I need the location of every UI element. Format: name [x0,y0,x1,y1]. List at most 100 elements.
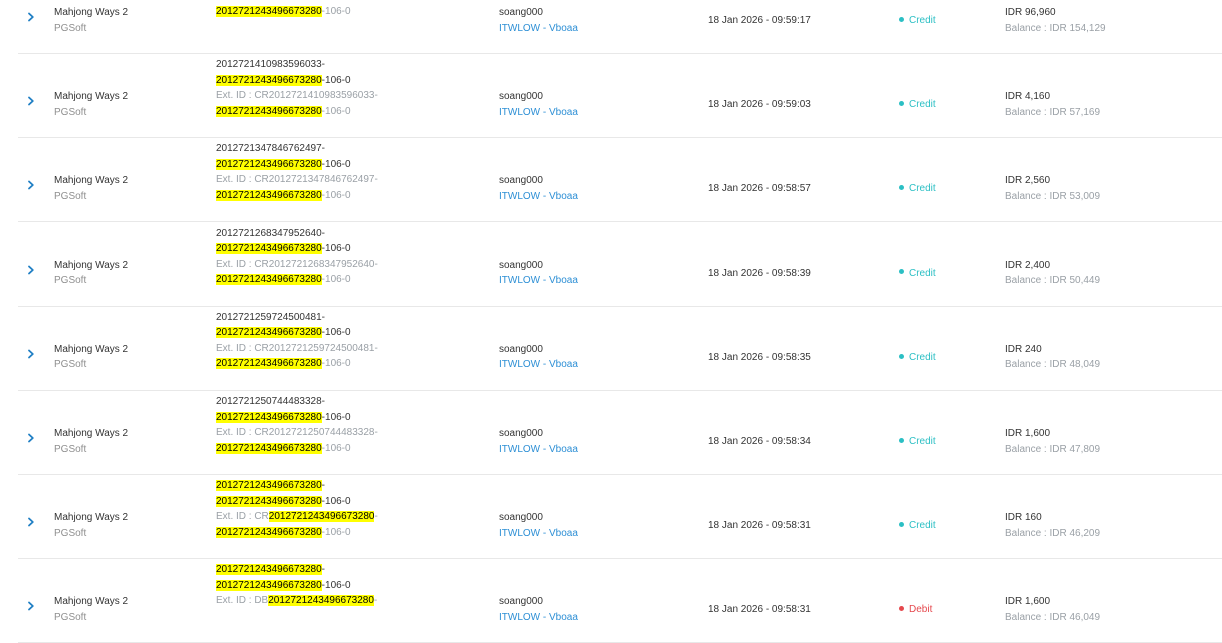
highlighted-id: 2012721243496673280 [216,105,322,117]
agent-link[interactable]: ITWLOW - Vboaa [499,189,578,205]
amount-cell: IDR 96,960 Balance : IDR 154,129 [1005,5,1106,36]
transaction-id-cell: 2012721243496673280- 2012721243496673280-… [216,562,377,609]
transaction-id-text: -106-0 [321,579,351,591]
transaction-id-line: 2012721243496673280-106-0 [216,441,378,457]
player-cell: soang000 ITWLOW - Vboaa [499,89,578,120]
chevron-right-icon[interactable] [26,265,36,275]
balance-value: Balance : IDR 50,449 [1005,275,1101,287]
game-provider: PGSoft [54,611,87,623]
status-label: Credit [909,267,936,279]
player-username: soang000 [499,596,543,608]
agent-link[interactable]: ITWLOW - Vboaa [499,357,578,373]
game-name: Mahjong Ways 2 [54,343,129,355]
transaction-id-text: Ext. ID : CR [216,511,269,523]
game-provider: PGSoft [54,190,87,202]
transaction-id-line: 2012721243496673280-106-0 [216,241,378,257]
agent-link[interactable]: ITWLOW - Vboaa [499,21,578,37]
amount-cell: IDR 240 Balance : IDR 48,049 [1005,342,1100,373]
transaction-id-line: 2012721243496673280-106-0 [216,73,378,89]
player-cell: soang000 ITWLOW - Vboaa [499,510,578,541]
transaction-id-cell: 2012721410983596033- 2012721243496673280-… [216,57,378,119]
transaction-id-line: 2012721243496673280-106-0 [216,525,378,541]
table-row[interactable]: Mahjong Ways 2 PGSoft 2012721410983596033-… [0,54,1222,139]
transaction-id-text: -106-0 [321,358,351,370]
game-name: Mahjong Ways 2 [54,512,129,524]
transaction-id-cell: 2012721250744483328- 2012721243496673280-… [216,394,378,456]
amount-value: IDR 240 [1005,343,1042,355]
balance-value: Balance : IDR 46,209 [1005,527,1101,539]
table-row[interactable]: Mahjong Ways 2 PGSoft 2012721243496673280-… [0,475,1222,560]
table-row[interactable]: Mahjong Ways 2 PGSoft 2012721243496673280-… [0,0,1222,54]
game-name: Mahjong Ways 2 [54,259,129,271]
player-username: soang000 [499,343,543,355]
transaction-id-line: 2012721243496673280-106-0 [216,356,378,372]
highlighted-id: 2012721243496673280 [216,274,322,286]
chevron-right-icon[interactable] [26,96,36,106]
balance-value: Balance : IDR 47,809 [1005,443,1101,455]
transaction-id-text: Ext. ID : CR2012721410983596033- [216,90,378,102]
transaction-id-text: Ext. ID : DB [216,595,269,607]
chevron-right-icon[interactable] [26,517,36,527]
status-dot-icon [899,353,904,359]
highlighted-id: 2012721243496673280 [216,411,322,423]
game-provider: PGSoft [54,443,87,455]
player-cell: soang000 ITWLOW - Vboaa [499,173,578,204]
transaction-date: 18 Jan 2026 - 09:58:39 [708,267,811,279]
transaction-id-text: -106-0 [321,526,351,538]
agent-link[interactable]: ITWLOW - Vboaa [499,105,578,121]
transaction-id-line: 2012721243496673280-106-0 [216,410,378,426]
game-provider: PGSoft [54,106,87,118]
transaction-id-text: 2012721259724500481- [216,311,325,323]
agent-link[interactable]: ITWLOW - Vboaa [499,610,578,626]
transaction-id-text: Ext. ID : CR2012721250744483328- [216,427,378,438]
table-row[interactable]: Mahjong Ways 2 PGSoft 2012721243496673280-… [0,559,1222,643]
transaction-id-line: 2012721243496673280-106-0 [216,4,378,20]
player-cell: soang000 ITWLOW - Vboaa [499,5,578,36]
table-row[interactable]: Mahjong Ways 2 PGSoft 2012721347846762497-… [0,138,1222,223]
transaction-id-text: -106-0 [321,442,351,454]
transaction-id-text: -106-0 [321,243,351,255]
transaction-date: 18 Jan 2026 - 09:59:17 [708,15,811,26]
balance-value: Balance : IDR 57,169 [1005,106,1101,118]
table-row[interactable]: Mahjong Ways 2 PGSoft 2012721259724500481-… [0,307,1222,391]
transaction-id-line: 2012721259724500481- [216,310,378,326]
table-row[interactable]: Mahjong Ways 2 PGSoft 2012721268347952640-… [0,223,1222,307]
highlighted-id: 2012721243496673280 [216,495,322,507]
agent-link[interactable]: ITWLOW - Vboaa [499,442,578,458]
chevron-right-icon[interactable] [26,601,36,611]
amount-value: IDR 2,560 [1005,175,1051,187]
status-dot-icon [899,269,904,275]
amount-value: IDR 4,160 [1005,91,1051,103]
balance-value: Balance : IDR 154,129 [1005,22,1106,34]
highlighted-id: 2012721243496673280 [216,74,322,86]
status-dot-icon [899,437,904,443]
status-badge: Credit [899,13,936,29]
amount-cell: IDR 1,600 Balance : IDR 46,049 [1005,594,1100,625]
status-label: Debit [909,604,933,616]
highlighted-id: 2012721243496673280 [216,579,322,591]
transaction-id-line: 2012721268347952640- [216,226,378,242]
transaction-id-text: -106-0 [321,495,351,507]
transaction-id-line: 2012721250744483328- [216,394,378,410]
chevron-right-icon[interactable] [26,349,36,359]
chevron-right-icon[interactable] [26,180,36,190]
chevron-right-icon[interactable] [26,12,36,22]
transaction-id-line: Ext. ID : CR2012721243496673280- [216,509,378,525]
transaction-id-cell: 2012721259724500481- 2012721243496673280-… [216,310,378,372]
highlighted-id: 2012721243496673280 [216,564,322,576]
game-name: Mahjong Ways 2 [54,7,129,18]
agent-link[interactable]: ITWLOW - Vboaa [499,526,578,542]
game-provider: PGSoft [54,359,87,371]
player-username: soang000 [499,259,543,271]
status-dot-icon [899,101,904,107]
balance-value: Balance : IDR 46,049 [1005,611,1101,623]
amount-cell: IDR 2,400 Balance : IDR 50,449 [1005,258,1100,289]
status-label: Credit [909,99,936,111]
chevron-right-icon[interactable] [26,433,36,443]
agent-link[interactable]: ITWLOW - Vboaa [499,273,578,289]
highlighted-id: 2012721243496673280 [216,442,322,454]
highlighted-id: 2012721243496673280 [216,480,322,492]
transaction-date: 18 Jan 2026 - 09:58:57 [708,183,811,195]
table-row[interactable]: Mahjong Ways 2 PGSoft 2012721250744483328-… [0,391,1222,475]
highlighted-id: 2012721243496673280 [216,189,322,201]
